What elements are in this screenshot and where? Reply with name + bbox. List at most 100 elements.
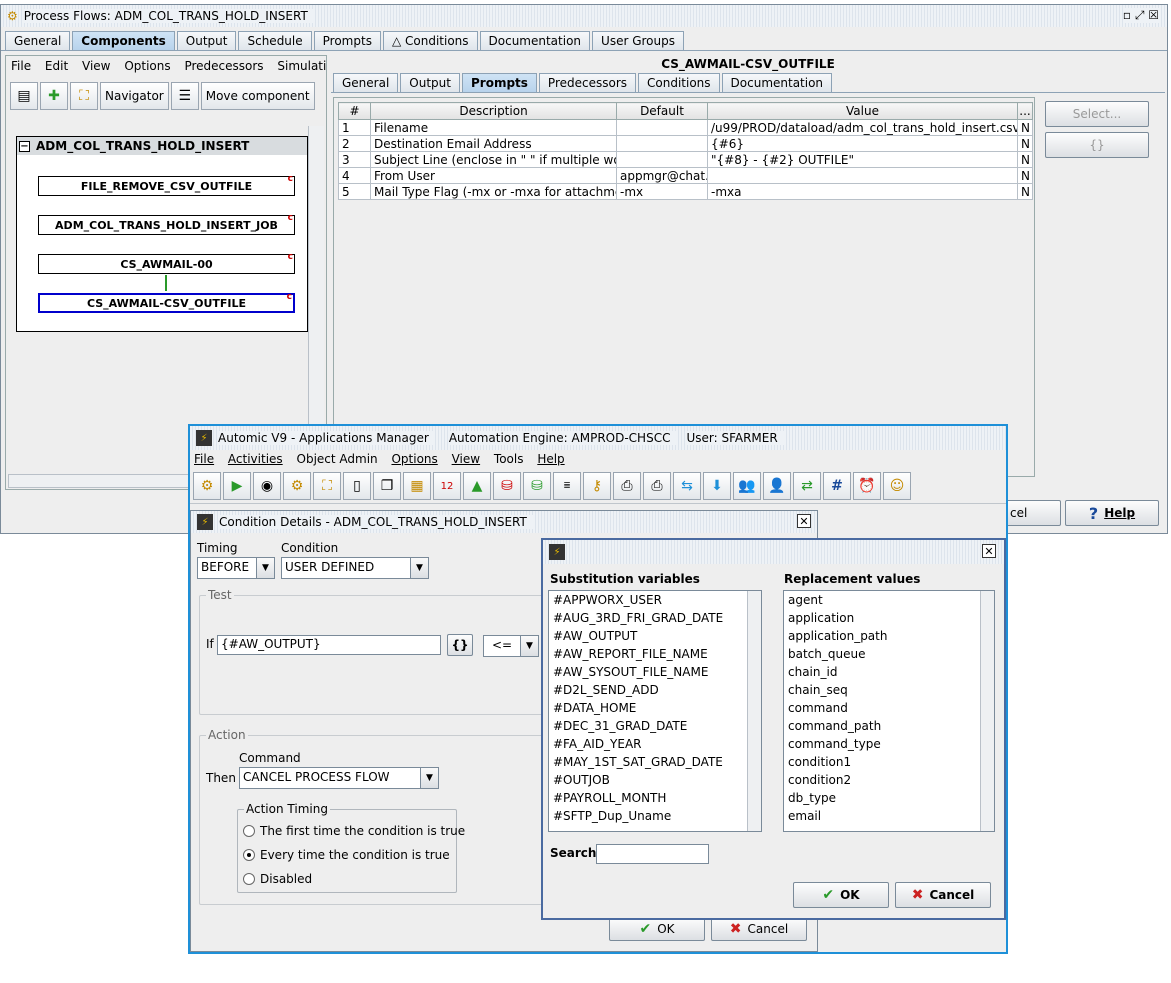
am-menu-tools[interactable]: Tools	[494, 452, 524, 466]
list-item[interactable]: command_path	[784, 717, 994, 735]
col-header[interactable]: ...	[1017, 102, 1033, 120]
close-icon[interactable]: ✕	[982, 544, 996, 558]
tab-general[interactable]: General	[5, 31, 71, 50]
cancel-button[interactable]: ✖ Cancel	[895, 882, 991, 908]
list-item[interactable]: application	[784, 609, 994, 627]
view-jobs-icon[interactable]: ◉	[253, 472, 281, 500]
cancel-button[interactable]: ✖ Cancel	[711, 917, 807, 941]
cell[interactable]: /u99/PROD/dataload/adm_col_trans_hold_in…	[707, 119, 1018, 136]
subtab-conditions[interactable]: Conditions	[638, 73, 720, 92]
list-item[interactable]: condition1	[784, 753, 994, 771]
file-path-icon[interactable]: ≣	[553, 472, 581, 500]
user-icon[interactable]: ☺	[883, 472, 911, 500]
braces-button[interactable]: {}	[447, 634, 473, 656]
cell[interactable]	[707, 167, 1018, 184]
am-menu-file[interactable]: File	[194, 452, 214, 466]
list-item[interactable]: #DEC_31_GRAD_DATE	[549, 717, 761, 735]
tab-output[interactable]: Output	[176, 31, 237, 50]
col-header[interactable]: Value	[707, 102, 1018, 120]
col-header[interactable]: #	[338, 102, 371, 120]
select-button[interactable]: Select...	[1045, 101, 1149, 127]
database-upload-icon[interactable]: ⛁	[493, 472, 521, 500]
server-icon[interactable]: ▯	[343, 472, 371, 500]
menu-edit[interactable]: Edit	[45, 59, 68, 73]
vars-list[interactable]: #APPWORX_USER #AUG_3RD_FRI_GRAD_DATE #AW…	[548, 590, 762, 832]
tab-prompts[interactable]: Prompts	[313, 31, 381, 50]
braces-button[interactable]: {}	[1045, 132, 1149, 158]
tab-schedule[interactable]: Schedule	[238, 31, 312, 50]
list-item[interactable]: application_path	[784, 627, 994, 645]
subtab-predecessors[interactable]: Predecessors	[538, 73, 637, 92]
tab-components[interactable]: Components	[72, 31, 175, 50]
command-select[interactable]: CANCEL PROCESS FLOW ▼	[239, 767, 439, 789]
table-row[interactable]: 4 From User appmgr@chat... N	[338, 167, 1033, 184]
user-groups-icon[interactable]: 👥	[733, 472, 761, 500]
table-row[interactable]: 5 Mail Type Flag (-mx or -mxa for attachm…	[338, 183, 1033, 200]
flow-node[interactable]: CS_AWMAIL-00 c	[38, 252, 295, 274]
timing-select[interactable]: BEFORE ▼	[197, 557, 275, 579]
gantt-icon[interactable]: ▤	[10, 82, 38, 110]
am-menu-activities[interactable]: Activities	[228, 452, 283, 466]
subtab-prompts[interactable]: Prompts	[461, 73, 537, 92]
ok-button[interactable]: ✔ OK	[793, 882, 889, 908]
menu-simulation[interactable]: Simulation	[277, 59, 326, 73]
list-item[interactable]: #OUTJOB	[549, 771, 761, 789]
vars-scrollbar[interactable]	[747, 591, 761, 831]
list-item[interactable]: condition2	[784, 771, 994, 789]
radio-first-time[interactable]: The first time the condition is true	[243, 824, 465, 838]
flow-node[interactable]: ADM_COL_TRANS_HOLD_INSERT_JOB c	[38, 213, 295, 235]
move-component-button[interactable]: Move component	[200, 82, 315, 110]
tab-user-groups[interactable]: User Groups	[592, 31, 684, 50]
list-item[interactable]: #MAY_1ST_SAT_GRAD_DATE	[549, 753, 761, 771]
transfer-icon[interactable]: ⇄	[793, 472, 821, 500]
list-item[interactable]: command	[784, 699, 994, 717]
flow-node[interactable]: FILE_REMOVE_CSV_OUTFILE c	[38, 174, 295, 196]
download-stack-icon[interactable]: ⬇	[703, 472, 731, 500]
menu-options[interactable]: Options	[124, 59, 170, 73]
col-header[interactable]: Default	[616, 102, 708, 120]
am-menu-help[interactable]: Help	[537, 452, 564, 466]
settings-icon[interactable]: ⚙	[283, 472, 311, 500]
gear-icon[interactable]: ⚙	[193, 472, 221, 500]
ok-button[interactable]: ✔ OK	[609, 917, 705, 941]
radio-every-time[interactable]: Every time the condition is true	[243, 848, 450, 862]
am-menu-object-admin[interactable]: Object Admin	[297, 452, 378, 466]
cell[interactable]: {#6}	[707, 135, 1018, 152]
list-item[interactable]: #SFTP_Dup_Uname	[549, 807, 761, 825]
hash-icon[interactable]: #	[823, 472, 851, 500]
folder-icon[interactable]: ▦	[403, 472, 431, 500]
if-input[interactable]: {#AW_OUTPUT}	[217, 635, 441, 655]
list-item[interactable]: chain_seq	[784, 681, 994, 699]
key-icon[interactable]: ⚷	[583, 472, 611, 500]
navigator-button[interactable]: Navigator	[100, 82, 169, 110]
add-component-icon[interactable]: ✚	[40, 82, 68, 110]
col-header[interactable]: Description	[370, 102, 617, 120]
list-item[interactable]: #APPWORX_USER	[549, 591, 761, 609]
close-icon[interactable]: ✕	[797, 514, 811, 528]
window-controls[interactable]: ▫ ⤢ ☒	[1122, 8, 1159, 23]
menu-file[interactable]: File	[11, 59, 31, 73]
list-icon[interactable]: ☰	[170, 82, 199, 110]
list-item[interactable]: chain_id	[784, 663, 994, 681]
subtab-general[interactable]: General	[333, 73, 399, 92]
am-menu-options[interactable]: Options	[391, 452, 437, 466]
operator-select[interactable]: <= ▼	[483, 635, 539, 657]
collapse-icon[interactable]: −	[19, 140, 30, 152]
list-item[interactable]: email	[784, 807, 994, 825]
list-item[interactable]: #AW_REPORT_FILE_NAME	[549, 645, 761, 663]
am-menu-view[interactable]: View	[452, 452, 480, 466]
calendar-icon[interactable]: 12	[433, 472, 461, 500]
tab-conditions[interactable]: △ Conditions	[382, 31, 478, 50]
repl-scrollbar[interactable]	[980, 591, 994, 831]
menu-predecessors[interactable]: Predecessors	[184, 59, 263, 73]
list-item[interactable]: #AW_SYSOUT_FILE_NAME	[549, 663, 761, 681]
queue-icon[interactable]: ⇆	[673, 472, 701, 500]
tab-documentation[interactable]: Documentation	[479, 31, 591, 50]
database-check-icon[interactable]: ⛁	[523, 472, 551, 500]
list-item[interactable]: batch_queue	[784, 645, 994, 663]
cell[interactable]: "{#8} - {#2} OUTFILE"	[707, 151, 1018, 168]
list-item[interactable]: #FA_AID_YEAR	[549, 735, 761, 753]
subtab-documentation[interactable]: Documentation	[721, 73, 833, 92]
list-item[interactable]: #AW_OUTPUT	[549, 627, 761, 645]
table-row[interactable]: 3 Subject Line (enclose in " " if multipl…	[338, 151, 1033, 168]
